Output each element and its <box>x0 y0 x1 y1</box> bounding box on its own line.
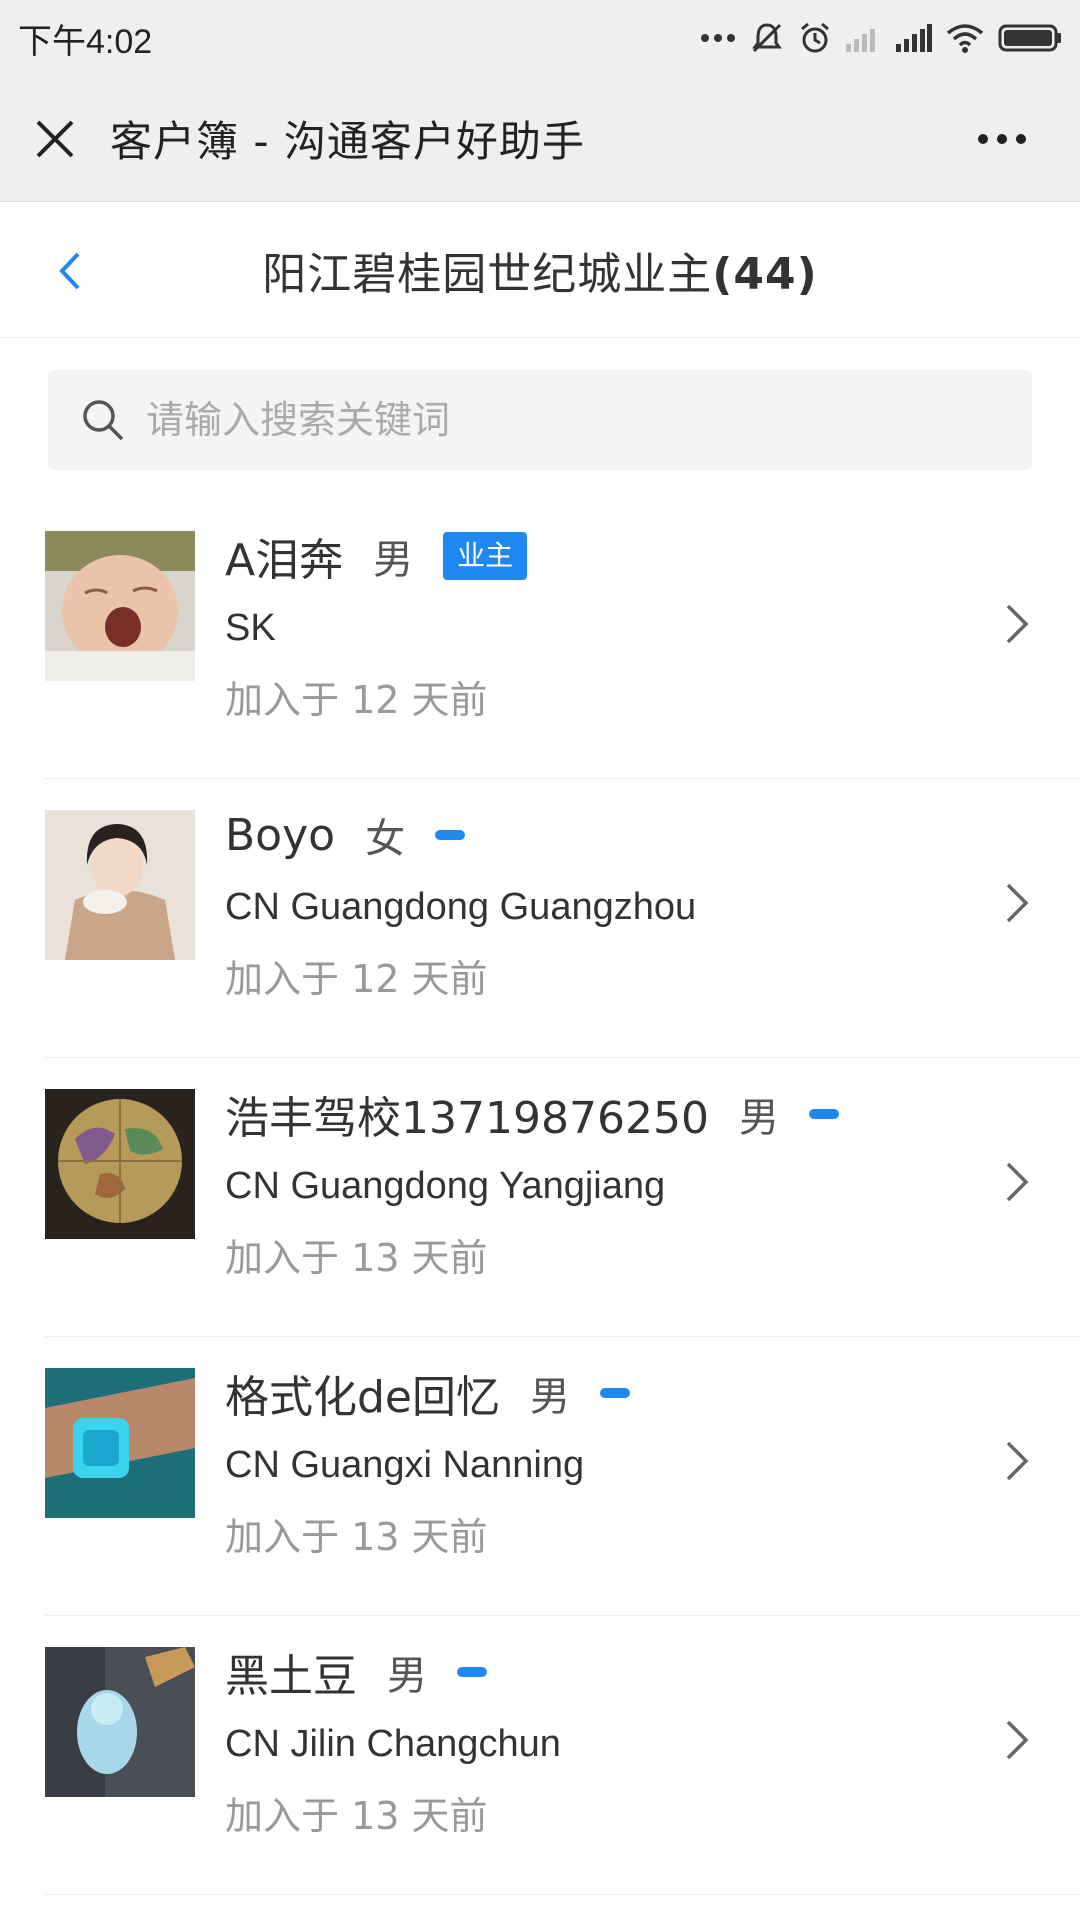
chevron-right-icon <box>1006 883 1029 923</box>
joined-time: 加入于 13 天前 <box>225 1794 488 1838</box>
name-row: Boyo 女 <box>225 799 696 871</box>
chevron-right-icon <box>1006 1720 1029 1760</box>
more-horizontal-icon <box>978 134 1026 144</box>
wifi-icon <box>946 24 984 53</box>
back-button[interactable] <box>40 203 100 338</box>
search-bar[interactable] <box>48 370 1032 470</box>
list-item[interactable]: 黑土豆 男 CN Jilin Changchun 加入于 13 天前 <box>45 1616 1080 1895</box>
tag-badge: 业主 <box>443 532 528 580</box>
tag-badge-empty <box>808 1109 839 1119</box>
globe-avatar-image <box>45 1089 195 1239</box>
tag-badge-empty <box>457 1667 487 1677</box>
member-count: (44) <box>712 249 818 300</box>
customer-gender: 男 <box>373 537 414 583</box>
list-item[interactable]: 浩丰驾校13719876250 男 CN Guangdong Yangjiang… <box>45 1058 1080 1337</box>
customer-info: 格式化de回忆 男 CN Guangxi Nanning 加入于 13 天前 <box>225 1357 630 1573</box>
customer-list: A泪奔 男 业主 SK 加入于 12 天前 Boyo 女 CN Guangdon… <box>0 500 1080 1895</box>
page-header: 阳江碧桂园世纪城业主(44) <box>0 203 1080 338</box>
group-name: 阳江碧桂园世纪城业主 <box>262 249 713 300</box>
name-row: 浩丰驾校13719876250 男 <box>225 1078 839 1150</box>
customer-location: CN Guangdong Yangjiang <box>225 1165 666 1207</box>
avatar <box>45 1089 195 1239</box>
avatar <box>45 810 195 960</box>
customer-gender: 女 <box>365 816 406 862</box>
chevron-right-icon <box>1006 604 1029 644</box>
customer-location: SK <box>225 607 276 649</box>
joined-time: 加入于 12 天前 <box>225 957 488 1001</box>
watch-avatar-image <box>45 1368 195 1518</box>
chevron-right-icon <box>1006 1441 1029 1481</box>
signal-strong-icon <box>896 24 932 52</box>
joined-time: 加入于 12 天前 <box>225 678 488 722</box>
webview-title: 客户簿 - 沟通客户好助手 <box>110 117 585 166</box>
customer-gender: 男 <box>387 1653 427 1699</box>
avatar <box>45 1647 195 1797</box>
more-options-button[interactable] <box>962 76 1042 202</box>
page-title: 阳江碧桂园世纪城业主(44) <box>262 238 817 302</box>
list-item[interactable]: 格式化de回忆 男 CN Guangxi Nanning 加入于 13 天前 <box>45 1337 1080 1616</box>
signal-weak-icon <box>846 29 875 52</box>
customer-info: 黑土豆 男 CN Jilin Changchun 加入于 13 天前 <box>225 1636 561 1852</box>
customer-info: Boyo 女 CN Guangdong Guangzhou 加入于 12 天前 <box>225 799 696 1015</box>
close-icon <box>36 120 74 157</box>
customer-gender: 男 <box>738 1095 779 1141</box>
customer-name: 格式化de回忆 <box>225 1372 500 1423</box>
alarm-icon <box>801 22 829 53</box>
chevron-right-icon <box>1006 1162 1029 1202</box>
webview-title-bar: 客户簿 - 沟通客户好助手 <box>0 76 1080 202</box>
status-icons <box>700 21 1062 55</box>
customer-name: 浩丰驾校13719876250 <box>225 1093 709 1144</box>
tag-badge-empty <box>435 830 466 840</box>
jade-avatar-image <box>45 1647 195 1797</box>
search-input[interactable] <box>146 398 1006 442</box>
customer-location: CN Jilin Changchun <box>225 1723 561 1765</box>
more-dots-icon <box>701 34 735 42</box>
avatar <box>45 531 195 681</box>
tag-badge-empty <box>600 1388 630 1398</box>
customer-info: 浩丰驾校13719876250 男 CN Guangdong Yangjiang… <box>225 1078 839 1294</box>
customer-location: CN Guangxi Nanning <box>225 1444 585 1486</box>
woman-avatar-image <box>45 810 195 960</box>
joined-time: 加入于 13 天前 <box>225 1236 488 1280</box>
name-row: 黑土豆 男 <box>225 1636 561 1708</box>
customer-gender: 男 <box>530 1374 570 1420</box>
customer-info: A泪奔 男 业主 SK 加入于 12 天前 <box>225 520 528 736</box>
list-item[interactable]: Boyo 女 CN Guangdong Guangzhou 加入于 12 天前 <box>45 779 1080 1058</box>
customer-name: Boyo <box>225 809 336 861</box>
name-row: A泪奔 男 业主 <box>225 520 528 592</box>
avatar <box>45 1368 195 1518</box>
customer-name: 黑土豆 <box>225 1651 357 1702</box>
name-row: 格式化de回忆 男 <box>225 1357 630 1429</box>
chevron-left-icon <box>59 252 80 289</box>
close-button[interactable] <box>0 76 110 202</box>
status-time: 下午4:02 <box>18 22 153 61</box>
search-icon <box>83 400 124 441</box>
customer-name: A泪奔 <box>225 535 344 586</box>
battery-icon <box>998 24 1061 52</box>
baby-avatar-image <box>45 531 195 681</box>
customer-location: CN Guangdong Guangzhou <box>225 886 697 928</box>
list-item[interactable]: A泪奔 男 业主 SK 加入于 12 天前 <box>45 500 1080 779</box>
joined-time: 加入于 13 天前 <box>225 1515 488 1559</box>
status-bar: 下午4:02 <box>0 0 1080 76</box>
mute-bell-icon <box>752 23 782 53</box>
